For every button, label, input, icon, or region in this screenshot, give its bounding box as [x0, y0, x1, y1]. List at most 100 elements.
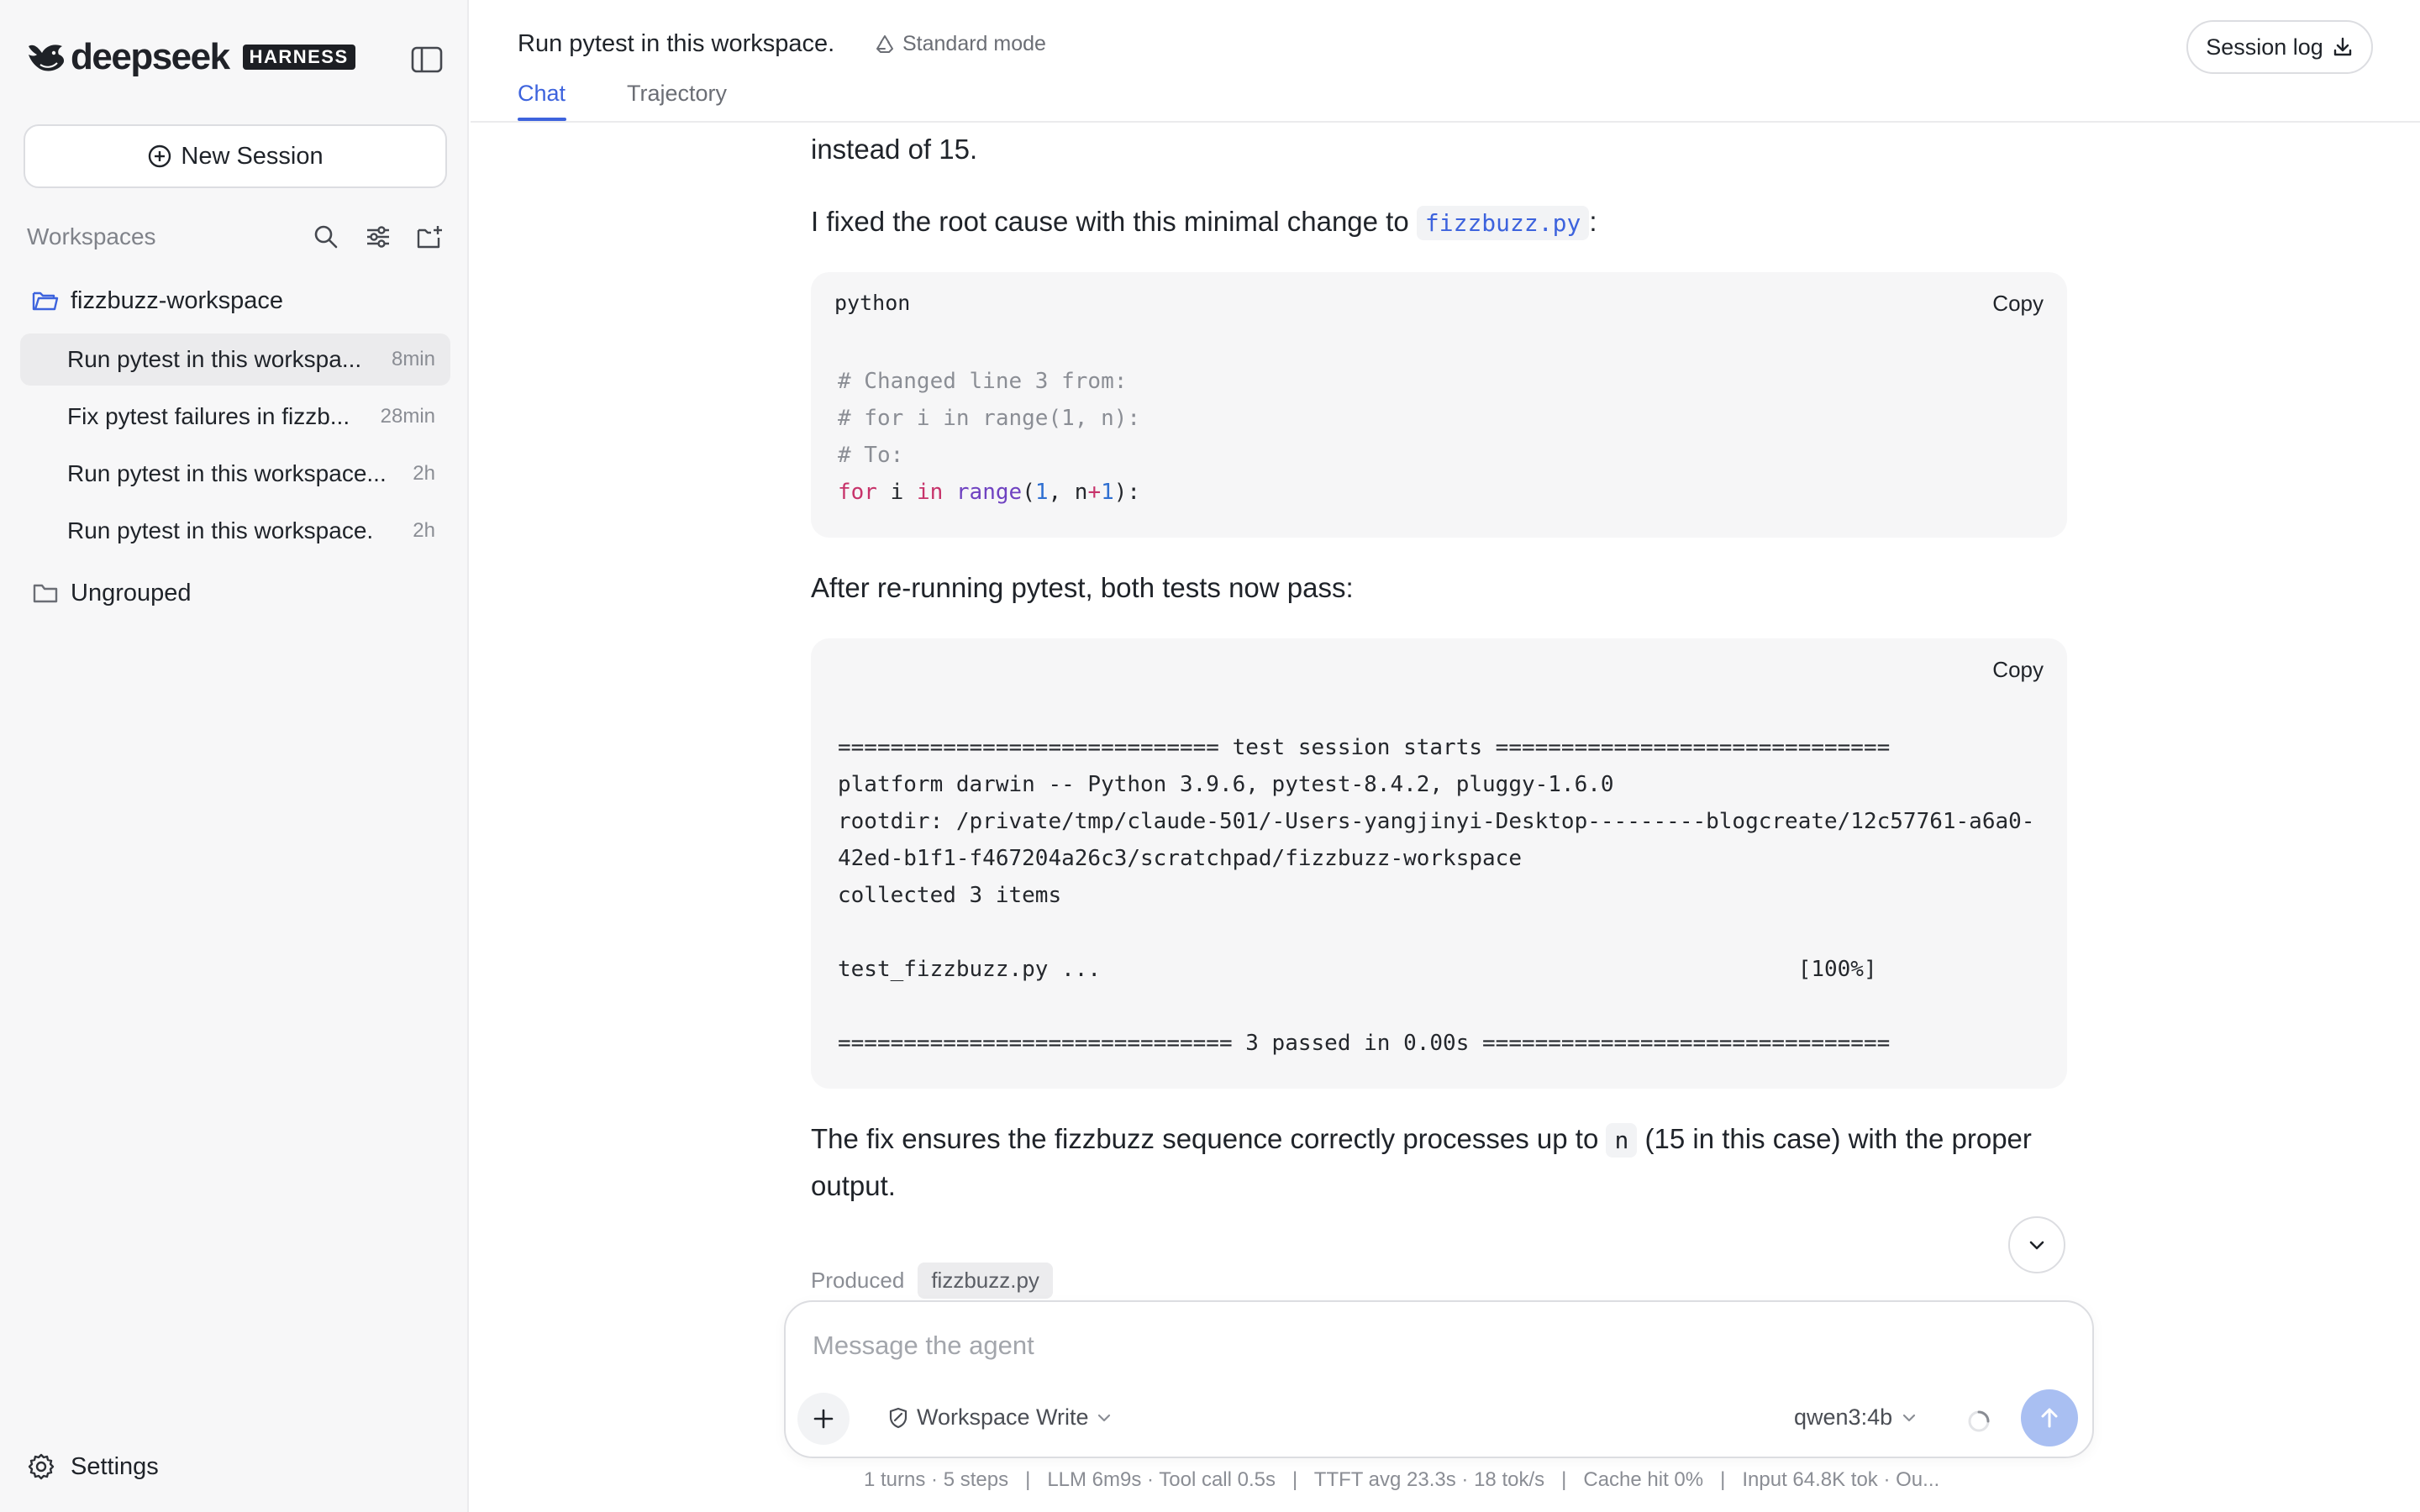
- code-token: +: [1087, 480, 1102, 505]
- inline-code: n: [1606, 1123, 1638, 1158]
- session-title: Run pytest in this workspa...: [67, 346, 362, 372]
- copy-button[interactable]: Copy: [1992, 291, 2044, 317]
- produced-file-chip[interactable]: fizzbuzz.py: [918, 1262, 1053, 1299]
- code-token: in: [916, 480, 944, 505]
- gear-icon: [28, 1453, 55, 1480]
- message-input[interactable]: [813, 1327, 2065, 1364]
- session-item[interactable]: Run pytest in this workspace. 2h: [20, 505, 450, 557]
- sliders-icon: [367, 226, 389, 248]
- deepseek-whale-logo: [29, 45, 65, 71]
- message-text-part: (15 in this case) with the proper: [1644, 1123, 2032, 1154]
- model-label: qwen3:4b: [1794, 1404, 1893, 1430]
- session-log-button[interactable]: Session log: [2186, 20, 2373, 74]
- brand[interactable]: deepseek HARNESS: [25, 39, 355, 76]
- message-composer: Workspace Write qwen3:4b: [784, 1300, 2094, 1458]
- code-line: rootdir: /private/tmp/claude-501/-Users-…: [838, 809, 2035, 834]
- chevron-down-icon: [1903, 1414, 1916, 1421]
- sidebar-toggle-icon[interactable]: [410, 45, 444, 74]
- settings-label: Settings: [71, 1452, 159, 1480]
- send-button[interactable]: [2021, 1389, 2078, 1446]
- chevron-down-icon: [2029, 1241, 2044, 1250]
- message-text: output.: [811, 1170, 896, 1201]
- workspace-group-ungrouped[interactable]: Ungrouped: [32, 575, 192, 612]
- code-block: Copy ============================= test …: [811, 638, 2067, 1089]
- code-token: (: [1022, 480, 1035, 505]
- search-icon: [314, 225, 338, 249]
- message-text-part: I fixed the root cause with this minimal…: [811, 206, 1409, 237]
- copy-button[interactable]: Copy: [1992, 657, 2044, 683]
- session-time: 2h: [413, 519, 435, 542]
- session-item[interactable]: Run pytest in this workspace... 2h: [20, 448, 450, 500]
- workspace-group-label: fizzbuzz-workspace: [71, 286, 284, 314]
- plus-icon: [813, 1409, 834, 1429]
- message-text: After re-running pytest, both tests now …: [811, 572, 1354, 603]
- workspaces-title: Workspaces: [27, 223, 156, 249]
- code-token: i: [876, 480, 917, 505]
- message-text: I fixed the root cause with this minimal…: [811, 198, 2067, 247]
- code-line: for i in range(1, n+1):: [838, 480, 1140, 505]
- session-title: Fix pytest failures in fizzb...: [67, 403, 350, 429]
- arrow-up-icon: [2041, 1408, 2058, 1428]
- code-block: python Copy # Changed line 3 from: # for…: [811, 272, 2067, 538]
- session-title: Run pytest in this workspace...: [67, 460, 387, 486]
- code-line: platform darwin -- Python 3.9.6, pytest-…: [838, 772, 1614, 797]
- workspaces-header: Workspaces: [27, 220, 447, 254]
- code-line: ============================= test sessi…: [838, 735, 1891, 760]
- session-title: Run pytest in this workspace.: [67, 517, 374, 543]
- scroll-to-bottom-button[interactable]: [2008, 1216, 2065, 1273]
- code-line: ============================== 3 passed …: [838, 1031, 1891, 1056]
- code-token: for: [838, 480, 877, 505]
- permission-label: Workspace Write: [917, 1404, 1089, 1430]
- code-token: ):: [1113, 480, 1141, 505]
- code-line: 42ed-b1f1-f467204a26c3/scratchpad/fizzbu…: [838, 846, 1522, 871]
- recycle-icon: [876, 34, 893, 53]
- code-line: # for i in range(1, n):: [838, 406, 1141, 431]
- mode-label: Standard mode: [902, 32, 1046, 55]
- new-session-label: New Session: [181, 142, 324, 170]
- session-time: 2h: [413, 462, 435, 485]
- code-token: 1: [1034, 480, 1049, 505]
- code-token: 1: [1101, 480, 1114, 505]
- attach-button[interactable]: [797, 1393, 850, 1445]
- session-item[interactable]: Run pytest in this workspa... 8min: [20, 333, 450, 386]
- session-time: 8min: [391, 348, 435, 370]
- message-text-part: :: [1589, 206, 1597, 237]
- file-link[interactable]: fizzbuzz.py: [1416, 206, 1590, 240]
- new-session-button[interactable]: New Session: [24, 124, 447, 188]
- brand-badge: HARNESS: [242, 45, 355, 70]
- search-workspaces-button[interactable]: [309, 220, 343, 254]
- page-title: Run pytest in this workspace.: [518, 30, 835, 57]
- plus-circle-icon: [149, 144, 171, 168]
- permission-select[interactable]: Workspace Write: [886, 1404, 1121, 1431]
- produced-files: Produced fizzbuzz.py: [811, 1262, 1053, 1299]
- folder-open-icon: [32, 291, 59, 311]
- code-content: ============================= test sessi…: [838, 729, 2034, 1062]
- new-workspace-button[interactable]: [413, 220, 447, 254]
- settings-button[interactable]: Settings: [27, 1450, 159, 1483]
- code-token: range: [955, 480, 1023, 505]
- message-text: instead of 15.: [811, 134, 978, 165]
- model-select[interactable]: qwen3:4b: [1794, 1404, 1919, 1431]
- workspace-group-label: Ungrouped: [71, 579, 192, 606]
- chevron-down-icon: [1097, 1414, 1110, 1421]
- code-line: # Changed line 3 from:: [838, 369, 1128, 394]
- filter-workspaces-button[interactable]: [361, 220, 395, 254]
- tab-trajectory[interactable]: Trajectory: [627, 81, 727, 107]
- code-line: collected 3 items: [838, 883, 1062, 908]
- code-line: # To:: [838, 443, 904, 468]
- code-language: python: [834, 291, 911, 315]
- workspace-group-fizzbuzz[interactable]: fizzbuzz-workspace: [32, 282, 283, 319]
- active-tab-indicator: [518, 118, 566, 121]
- loading-spinner-icon: [1968, 1410, 1990, 1432]
- mode-indicator: Standard mode: [874, 32, 1046, 56]
- session-stats: 1 turns · 5 steps | LLM 6m9s · Tool call…: [864, 1468, 1940, 1491]
- code-line: test_fizzbuzz.py ... [100%]: [838, 957, 1877, 982]
- sidebar: deepseek HARNESS New Session Workspaces: [0, 0, 469, 1512]
- message-text-part: The fix ensures the fizzbuzz sequence co…: [811, 1123, 1599, 1154]
- code-token: , n: [1048, 480, 1088, 505]
- tab-chat[interactable]: Chat: [518, 81, 566, 107]
- brand-name: deepseek: [71, 36, 230, 77]
- session-time: 28min: [380, 405, 435, 428]
- session-item[interactable]: Fix pytest failures in fizzb... 28min: [20, 391, 450, 443]
- shield-edit-icon: [889, 1407, 908, 1428]
